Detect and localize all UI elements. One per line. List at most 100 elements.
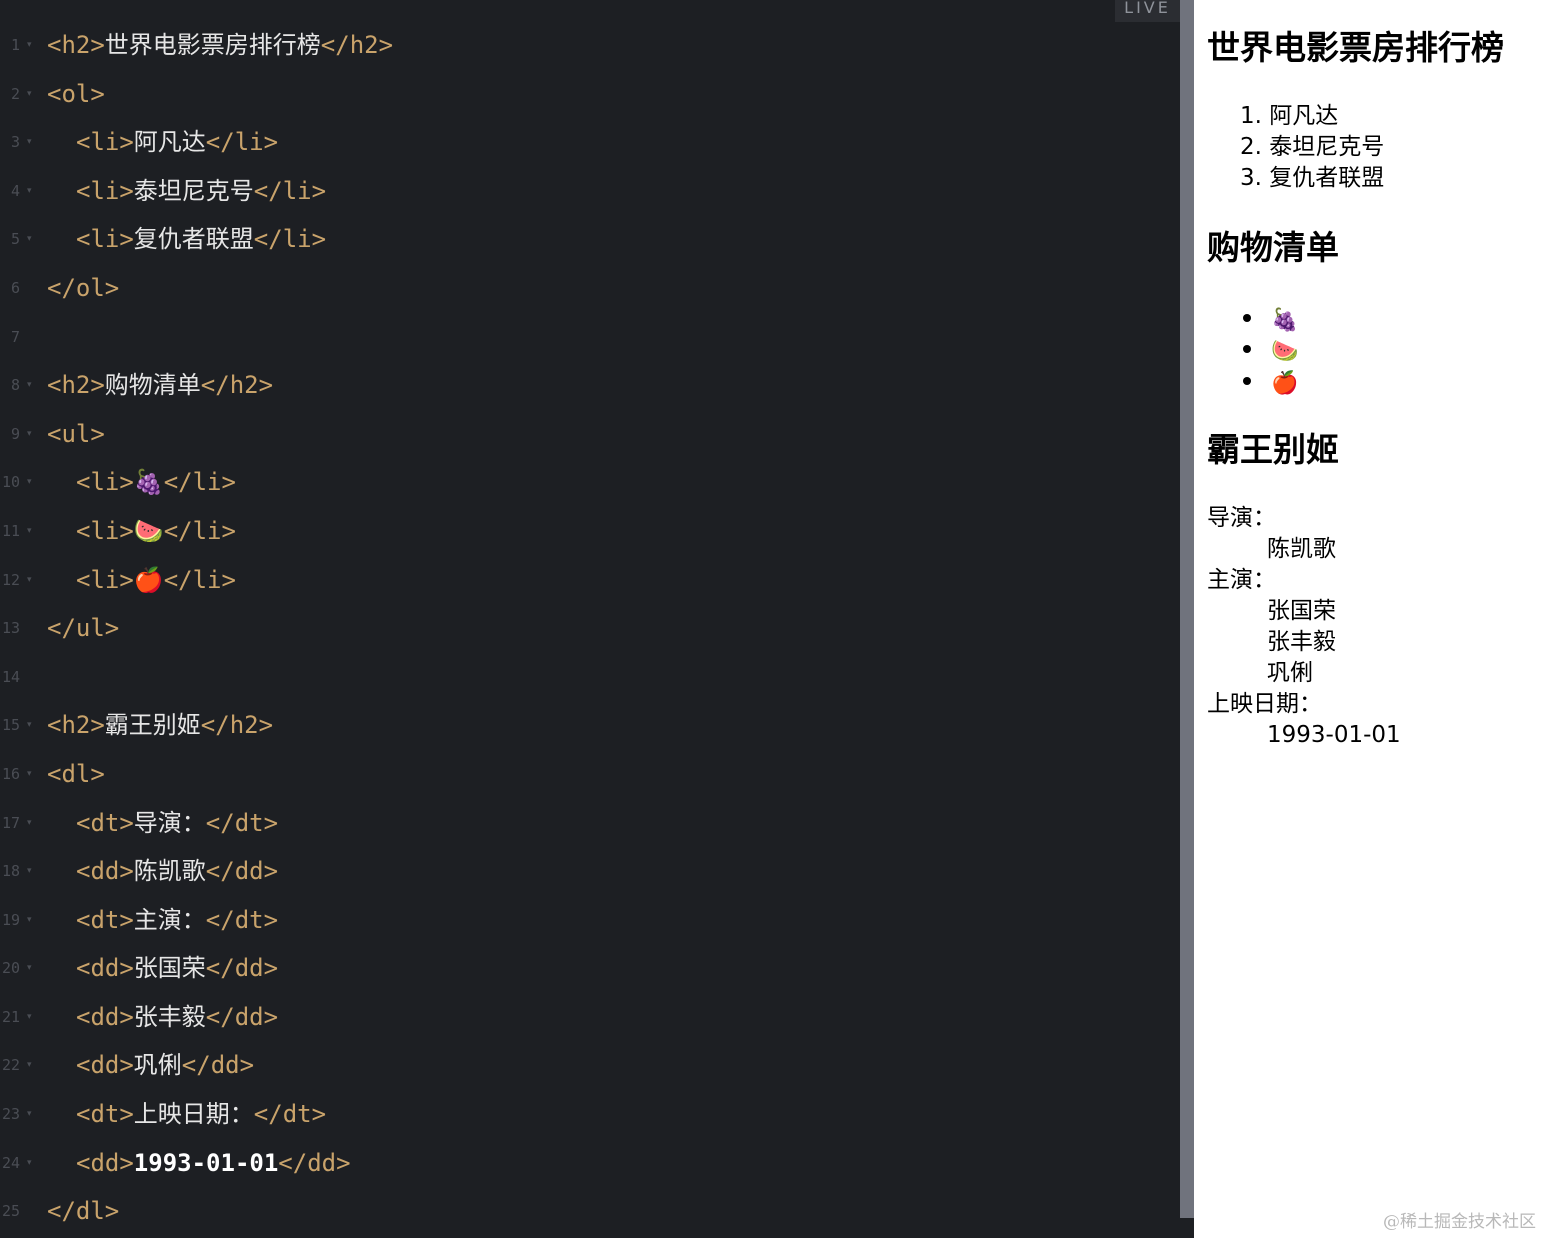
- bullet-dot: [1243, 345, 1251, 353]
- line-number: 24: [1, 1153, 20, 1172]
- fold-arrow-icon[interactable]: ▾: [27, 118, 32, 167]
- fold-arrow-icon[interactable]: ▾: [27, 1041, 32, 1090]
- watermelon-emoji-icon: 🍉: [1271, 339, 1299, 364]
- code-text[interactable]: <h2>购物清单</h2>: [47, 361, 273, 410]
- code-text[interactable]: <ul>: [47, 410, 105, 459]
- code-line[interactable]: 10 ▾ <li>🍇</li>: [0, 458, 1180, 507]
- code-line[interactable]: 8 ▾ <h2>购物清单</h2>: [0, 361, 1180, 410]
- code-line[interactable]: 21 ▾ <dd>张丰毅</dd>: [0, 993, 1180, 1042]
- code-text[interactable]: <dl>: [47, 750, 105, 799]
- editor-scrollbar[interactable]: [1180, 0, 1194, 1218]
- code-line[interactable]: 3 ▾ <li>阿凡达</li>: [0, 118, 1180, 167]
- fold-arrow-icon[interactable]: ▾: [27, 361, 32, 410]
- code-text[interactable]: </dl>: [47, 1187, 119, 1236]
- code-line[interactable]: 16 ▾ <dl>: [0, 750, 1180, 799]
- code-line[interactable]: 22 ▾ <dd>巩俐</dd>: [0, 1041, 1180, 1090]
- code-line[interactable]: 18 ▾ <dd>陈凯歌</dd>: [0, 847, 1180, 896]
- code-line[interactable]: 9 ▾ <ul>: [0, 410, 1180, 459]
- code-text[interactable]: <li>🍇</li>: [47, 458, 236, 507]
- code-text-token: 🍎: [133, 565, 164, 594]
- line-number: 20: [1, 959, 20, 978]
- code-text[interactable]: <li>🍎</li>: [47, 556, 236, 605]
- code-text[interactable]: <dt>上映日期：</dt>: [47, 1090, 326, 1139]
- code-tag: <h2>: [47, 31, 105, 59]
- code-editor[interactable]: LIVE 1 ▾ <h2>世界电影票房排行榜</h2> 2 ▾ <ol> 3 ▾ <li>阿凡达…: [0, 0, 1180, 1238]
- code-line[interactable]: 19 ▾ <dt>主演：</dt>: [0, 896, 1180, 945]
- code-text[interactable]: <dd>巩俐</dd>: [47, 1041, 254, 1090]
- code-line[interactable]: 12 ▾ <li>🍎</li>: [0, 556, 1180, 605]
- dl-desc-cast: 张国荣: [1267, 598, 1336, 624]
- fold-arrow-icon[interactable]: ▾: [27, 1139, 32, 1188]
- code-text[interactable]: <h2>世界电影票房排行榜</h2>: [47, 21, 393, 70]
- fold-arrow-icon[interactable]: ▾: [27, 215, 32, 264]
- code-text[interactable]: <dt>导演：</dt>: [47, 799, 278, 848]
- code-tag: <li>: [76, 128, 134, 157]
- code-text[interactable]: <dd>张丰毅</dd>: [47, 993, 278, 1042]
- dl-desc-cast: 巩俐: [1267, 660, 1313, 686]
- shopping-list-item: 🍉: [1271, 336, 1298, 367]
- live-preview-badge[interactable]: LIVE: [1115, 0, 1180, 22]
- line-number: 23: [1, 1105, 20, 1124]
- fold-arrow-icon[interactable]: ▾: [27, 896, 32, 945]
- code-text-token: 霸王别姬: [104, 711, 201, 740]
- code-line[interactable]: 4 ▾ <li>泰坦尼克号</li>: [0, 167, 1180, 216]
- code-text[interactable]: <dt>主演：</dt>: [47, 896, 278, 945]
- code-tag: <dt>: [76, 905, 134, 934]
- grapes-emoji-icon: 🍇: [1271, 308, 1299, 333]
- code-text[interactable]: <dd>1993-01-01</dd>: [47, 1139, 351, 1188]
- fold-arrow-icon[interactable]: ▾: [27, 750, 32, 799]
- bullet-dot: [1243, 377, 1251, 385]
- fold-arrow-icon[interactable]: ▾: [27, 944, 32, 993]
- code-text[interactable]: <dd>陈凯歌</dd>: [47, 847, 278, 896]
- fold-arrow-icon[interactable]: ▾: [27, 1090, 32, 1139]
- code-line[interactable]: 24 ▾ <dd>1993-01-01</dd>: [0, 1139, 1180, 1188]
- line-number: 9: [10, 424, 20, 443]
- code-line[interactable]: 15 ▾ <h2>霸王别姬</h2>: [0, 701, 1180, 750]
- code-text[interactable]: <dd>张国荣</dd>: [47, 944, 278, 993]
- code-text[interactable]: </ul>: [47, 604, 119, 653]
- code-text[interactable]: <li>🍉</li>: [47, 507, 236, 556]
- movie-list-item: 1. 阿凡达: [1240, 103, 1339, 129]
- line-number: 10: [1, 473, 20, 492]
- code-text[interactable]: <li>阿凡达</li>: [47, 118, 278, 167]
- fold-arrow-icon[interactable]: ▾: [27, 507, 32, 556]
- code-line[interactable]: 7: [0, 313, 1180, 362]
- code-tag: </li>: [163, 565, 236, 594]
- fold-arrow-icon[interactable]: ▾: [27, 410, 32, 459]
- fold-arrow-icon[interactable]: ▾: [27, 701, 32, 750]
- code-lines: 1 ▾ <h2>世界电影票房排行榜</h2> 2 ▾ <ol> 3 ▾ <li>阿凡达</li>…: [0, 21, 1180, 1236]
- code-line[interactable]: 23 ▾ <dt>上映日期：</dt>: [0, 1090, 1180, 1139]
- shopping-list-item: 🍇: [1271, 305, 1298, 336]
- code-line[interactable]: 14: [0, 653, 1180, 702]
- fold-arrow-icon[interactable]: ▾: [27, 847, 32, 896]
- code-text[interactable]: <li>复仇者联盟</li>: [47, 215, 326, 264]
- code-line[interactable]: 11 ▾ <li>🍉</li>: [0, 507, 1180, 556]
- fold-arrow-icon[interactable]: ▾: [27, 70, 32, 119]
- code-tag: </li>: [163, 516, 236, 545]
- code-text[interactable]: <ol>: [47, 70, 105, 119]
- code-line[interactable]: 17 ▾ <dt>导演：</dt>: [0, 799, 1180, 848]
- code-tag: </li>: [253, 176, 327, 205]
- line-number: 13: [1, 619, 20, 638]
- code-text-token: 购物清单: [104, 371, 201, 400]
- fold-arrow-icon[interactable]: ▾: [27, 167, 32, 216]
- code-line[interactable]: 6 </ol>: [0, 264, 1180, 313]
- code-line[interactable]: 20 ▾ <dd>张国荣</dd>: [0, 944, 1180, 993]
- fold-arrow-icon[interactable]: ▾: [27, 556, 32, 605]
- dl-term-release: 上映日期：: [1207, 691, 1322, 717]
- fold-arrow-icon[interactable]: ▾: [27, 458, 32, 507]
- line-number: 14: [1, 667, 20, 686]
- code-line[interactable]: 1 ▾ <h2>世界电影票房排行榜</h2>: [0, 21, 1180, 70]
- code-tag: <dd>: [76, 1148, 134, 1177]
- code-text[interactable]: <h2>霸王别姬</h2>: [47, 701, 273, 750]
- code-text[interactable]: <li>泰坦尼克号</li>: [47, 167, 326, 216]
- code-line[interactable]: 2 ▾ <ol>: [0, 70, 1180, 119]
- code-line[interactable]: 5 ▾ <li>复仇者联盟</li>: [0, 215, 1180, 264]
- code-text[interactable]: </ol>: [47, 264, 119, 313]
- fold-arrow-icon[interactable]: ▾: [27, 21, 32, 70]
- code-tag: </dd>: [278, 1148, 351, 1177]
- fold-arrow-icon[interactable]: ▾: [27, 799, 32, 848]
- code-line[interactable]: 13 </ul>: [0, 604, 1180, 653]
- fold-arrow-icon[interactable]: ▾: [27, 993, 32, 1042]
- code-line[interactable]: 25 </dl>: [0, 1187, 1180, 1236]
